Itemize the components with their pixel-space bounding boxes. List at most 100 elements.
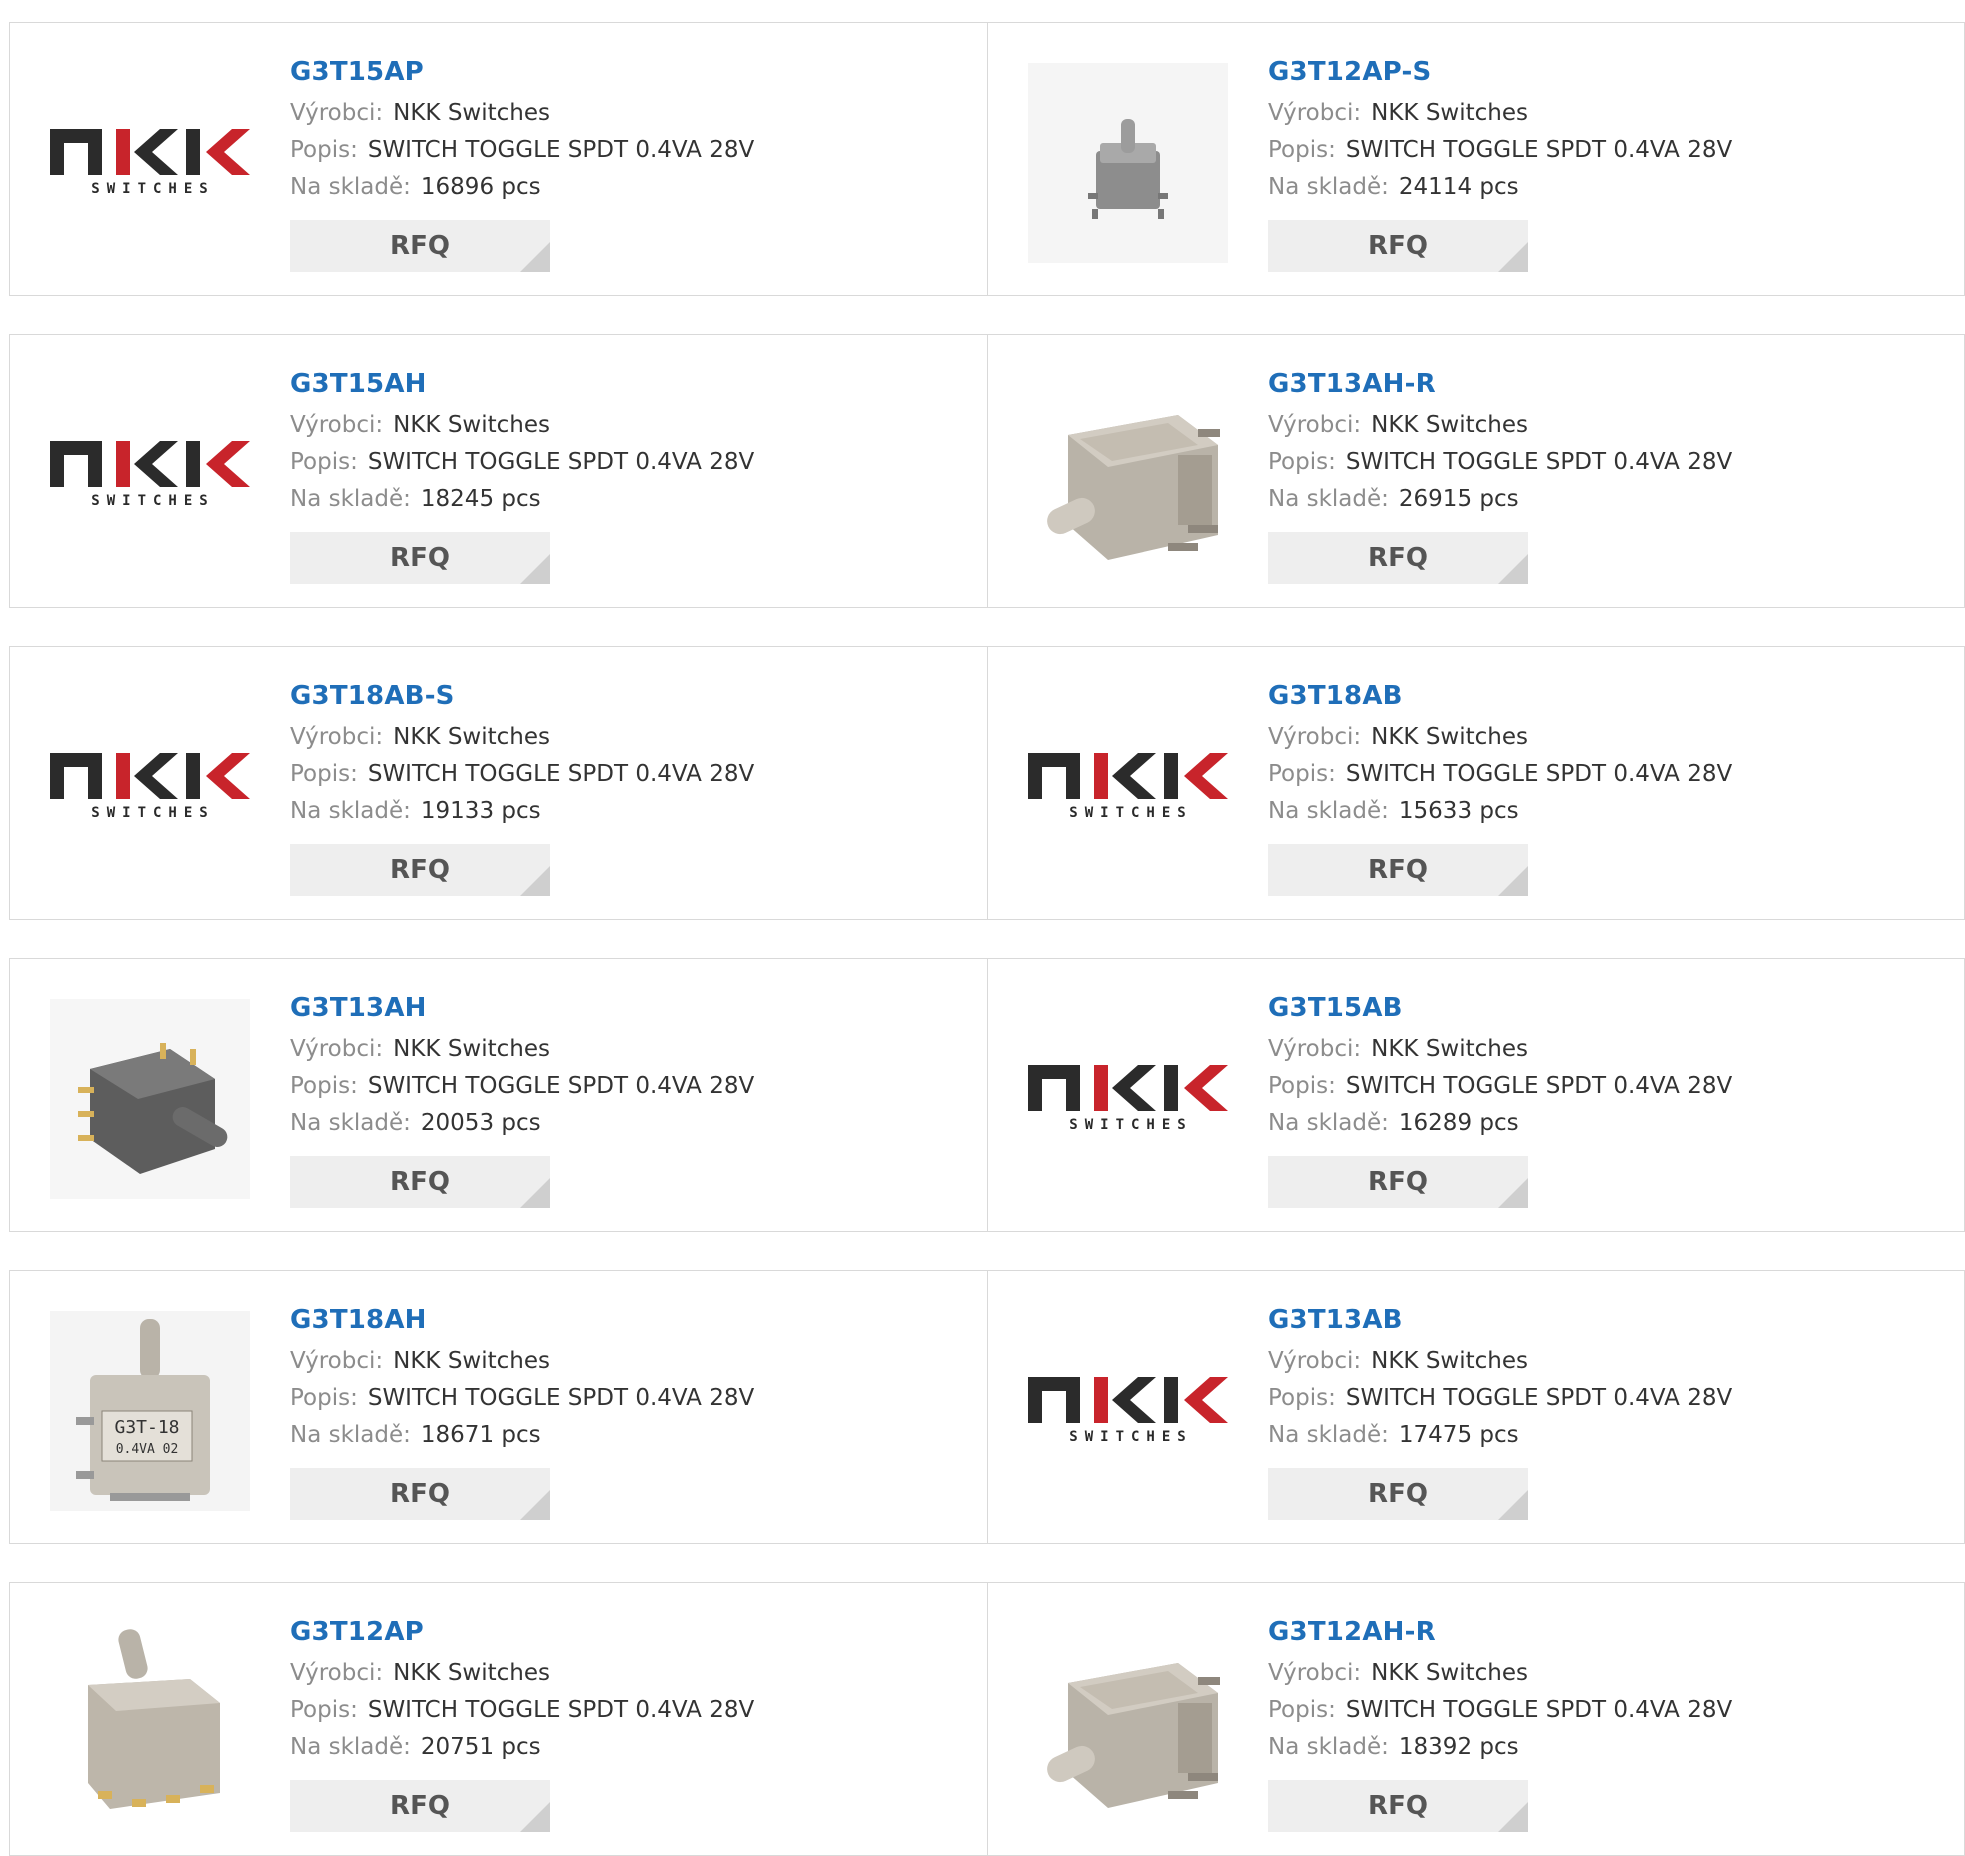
part-number-link[interactable]: G3T12AH-R [1268, 1613, 1944, 1651]
toggle-switch-image [88, 1629, 220, 1809]
product-image[interactable] [50, 1623, 250, 1823]
manufacturer-line: Výrobci: NKK Switches [290, 1655, 967, 1692]
product-image[interactable]: SWITCHES [1028, 999, 1228, 1199]
product-info: G3T13AH-R Výrobci: NKK Switches Popis: SWI… [1268, 365, 1944, 584]
stock-label: Na skladě: [290, 1422, 411, 1448]
product-image[interactable] [1028, 63, 1228, 263]
svg-text:G3T-18: G3T-18 [114, 1417, 179, 1438]
nkk-logo: SWITCHES [50, 753, 250, 821]
product-info: G3T15AH Výrobci: NKK Switches Popis: SWITC… [290, 365, 967, 584]
stock-line: Na skladě: 20053 pcs [290, 1105, 967, 1142]
logo-subtext: SWITCHES [1069, 805, 1193, 821]
description-line: Popis: SWITCH TOGGLE SPDT 0.4VA 28V [1268, 132, 1944, 169]
part-number-link[interactable]: G3T13AH-R [1268, 365, 1944, 403]
product-image[interactable] [50, 999, 250, 1199]
manufacturer-line: Výrobci: NKK Switches [1268, 719, 1944, 756]
stock-value: 20053 pcs [420, 1110, 541, 1136]
rfq-button[interactable]: RFQ [290, 844, 550, 896]
product-info: G3T12AP-S Výrobci: NKK Switches Popis: SWI… [1268, 53, 1944, 272]
rfq-button[interactable]: RFQ [290, 220, 550, 272]
description-label: Popis: [1268, 137, 1336, 163]
stock-value: 17475 pcs [1398, 1422, 1519, 1448]
nkk-logo: SWITCHES [50, 441, 250, 509]
rfq-button[interactable]: RFQ [1268, 1468, 1528, 1520]
description-value: SWITCH TOGGLE SPDT 0.4VA 28V [367, 1385, 755, 1411]
product-card: G3T12AP Výrobci: NKK Switches Popis: SWITC… [10, 1583, 987, 1855]
part-number-link[interactable]: G3T15AP [290, 53, 967, 91]
stock-line: Na skladě: 24114 pcs [1268, 169, 1944, 206]
rfq-button[interactable]: RFQ [1268, 1780, 1528, 1832]
part-number-link[interactable]: G3T18AB-S [290, 677, 967, 715]
product-image[interactable]: G3T-18 0.4VA 02 [50, 1311, 250, 1511]
description-line: Popis: SWITCH TOGGLE SPDT 0.4VA 28V [290, 756, 967, 793]
stock-label: Na skladě: [1268, 174, 1389, 200]
manufacturer-value: NKK Switches [393, 100, 550, 126]
description-label: Popis: [290, 761, 358, 787]
toggle-switch-image [1047, 415, 1220, 560]
stock-label: Na skladě: [290, 798, 411, 824]
description-line: Popis: SWITCH TOGGLE SPDT 0.4VA 28V [290, 1692, 967, 1729]
product-image[interactable]: SWITCHES [1028, 1311, 1228, 1511]
manufacturer-value: NKK Switches [393, 1036, 550, 1062]
rfq-button[interactable]: RFQ [290, 1156, 550, 1208]
stock-line: Na skladě: 16896 pcs [290, 169, 967, 206]
part-number-link[interactable]: G3T13AH [290, 989, 967, 1027]
product-info: G3T18AB Výrobci: NKK Switches Popis: SWITC… [1268, 677, 1944, 896]
rfq-button[interactable]: RFQ [290, 1780, 550, 1832]
description-value: SWITCH TOGGLE SPDT 0.4VA 28V [1345, 1385, 1733, 1411]
stock-value: 16896 pcs [420, 174, 541, 200]
product-card: SWITCHES G3T18AB-S Výrobci: NKK Switches … [10, 647, 987, 919]
part-number-link[interactable]: G3T12AP-S [1268, 53, 1944, 91]
logo-subtext: SWITCHES [91, 181, 215, 197]
product-image[interactable]: SWITCHES [50, 63, 250, 263]
stock-line: Na skladě: 17475 pcs [1268, 1417, 1944, 1454]
manufacturer-label: Výrobci: [1268, 1036, 1362, 1062]
description-value: SWITCH TOGGLE SPDT 0.4VA 28V [1345, 761, 1733, 787]
stock-line: Na skladě: 19133 pcs [290, 793, 967, 830]
manufacturer-value: NKK Switches [393, 724, 550, 750]
rfq-button[interactable]: RFQ [1268, 220, 1528, 272]
stock-value: 19133 pcs [420, 798, 541, 824]
stock-label: Na skladě: [1268, 486, 1389, 512]
logo-subtext: SWITCHES [1069, 1429, 1193, 1445]
manufacturer-line: Výrobci: NKK Switches [1268, 1343, 1944, 1380]
rfq-button[interactable]: RFQ [1268, 1156, 1528, 1208]
stock-label: Na skladě: [1268, 1110, 1389, 1136]
part-number-link[interactable]: G3T12AP [290, 1613, 967, 1651]
manufacturer-label: Výrobci: [290, 1348, 384, 1374]
part-number-link[interactable]: G3T15AH [290, 365, 967, 403]
stock-label: Na skladě: [1268, 798, 1389, 824]
part-number-link[interactable]: G3T15AB [1268, 989, 1944, 1027]
product-card: G3T12AP-S Výrobci: NKK Switches Popis: SWI… [987, 23, 1964, 295]
product-info: G3T18AB-S Výrobci: NKK Switches Popis: SWI… [290, 677, 967, 896]
nkk-logo: SWITCHES [1028, 1377, 1228, 1445]
description-line: Popis: SWITCH TOGGLE SPDT 0.4VA 28V [1268, 444, 1944, 481]
manufacturer-label: Výrobci: [290, 1036, 384, 1062]
product-image[interactable] [1028, 1623, 1228, 1823]
stock-line: Na skladě: 18245 pcs [290, 481, 967, 518]
manufacturer-label: Výrobci: [290, 1660, 384, 1686]
part-number-link[interactable]: G3T18AB [1268, 677, 1944, 715]
product-image[interactable]: SWITCHES [50, 687, 250, 887]
part-number-link[interactable]: G3T13AB [1268, 1301, 1944, 1339]
manufacturer-line: Výrobci: NKK Switches [1268, 1655, 1944, 1692]
product-card: G3T13AH-R Výrobci: NKK Switches Popis: SWI… [987, 335, 1964, 607]
rfq-button[interactable]: RFQ [290, 532, 550, 584]
description-value: SWITCH TOGGLE SPDT 0.4VA 28V [1345, 449, 1733, 475]
product-image[interactable]: SWITCHES [50, 375, 250, 575]
toggle-switch-image [1047, 1663, 1220, 1808]
part-number-link[interactable]: G3T18AH [290, 1301, 967, 1339]
rfq-button[interactable]: RFQ [1268, 532, 1528, 584]
rfq-button[interactable]: RFQ [290, 1468, 550, 1520]
product-info: G3T15AP Výrobci: NKK Switches Popis: SWITC… [290, 53, 967, 272]
product-card: SWITCHES G3T15AB Výrobci: NKK Switches Po… [987, 959, 1964, 1231]
stock-value: 18245 pcs [420, 486, 541, 512]
product-card: SWITCHES G3T18AB Výrobci: NKK Switches Po… [987, 647, 1964, 919]
manufacturer-label: Výrobci: [290, 412, 384, 438]
product-image[interactable]: SWITCHES [1028, 687, 1228, 887]
manufacturer-value: NKK Switches [393, 412, 550, 438]
product-image[interactable] [1028, 375, 1228, 575]
manufacturer-line: Výrobci: NKK Switches [290, 1031, 967, 1068]
rfq-button[interactable]: RFQ [1268, 844, 1528, 896]
manufacturer-line: Výrobci: NKK Switches [1268, 1031, 1944, 1068]
